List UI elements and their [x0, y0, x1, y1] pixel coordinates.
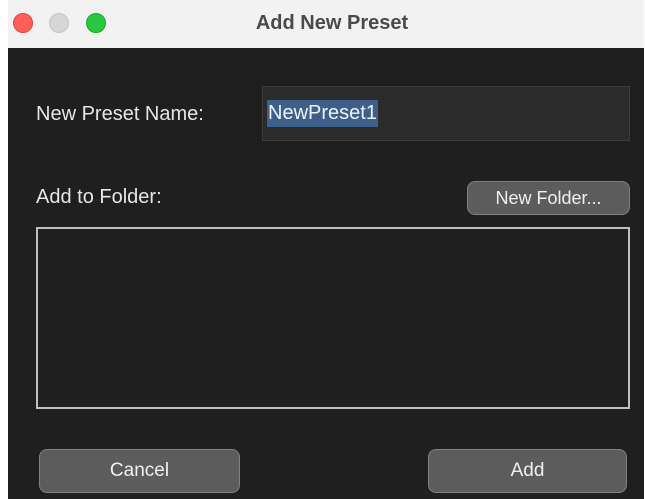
- add-button[interactable]: Add: [428, 449, 627, 493]
- window-title: Add New Preset: [255, 12, 409, 34]
- new-folder-button[interactable]: New Folder...: [467, 181, 630, 215]
- preset-name-input[interactable]: NewPreset1: [262, 86, 630, 141]
- add-preset-dialog: Add New Preset New Preset Name: NewPrese…: [8, 0, 644, 499]
- preset-name-label: New Preset Name:: [36, 103, 204, 125]
- cancel-button[interactable]: Cancel: [39, 449, 240, 493]
- folder-list[interactable]: [36, 227, 630, 409]
- preset-name-value[interactable]: NewPreset1: [267, 100, 378, 127]
- folder-label: Add to Folder:: [36, 186, 162, 208]
